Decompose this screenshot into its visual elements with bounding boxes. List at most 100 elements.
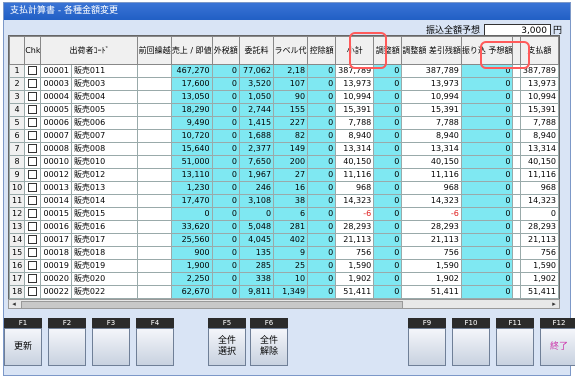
table-row[interactable]: 2 00003 販売003 17,600 0 3,520 107 0 13,973 0 13,973… (9, 77, 559, 91)
cell-c13: 0 (460, 220, 514, 234)
table-row[interactable]: 10 00013 販売013 1,230 0 246 16 0 968 0 968 0 968 (9, 181, 559, 195)
table-row[interactable]: 18 00022 販売022 62,670 0 9,811 1,349 0 51,411 0 51,… (9, 285, 559, 299)
table-row[interactable]: 8 00010 販売010 51,000 0 7,650 200 0 40,150 0 40,150… (9, 155, 559, 169)
cell-c8: 200 (273, 155, 309, 169)
fkey-f4[interactable]: F4 (136, 318, 174, 368)
cell-code: 00019 (40, 259, 72, 273)
cell-c13: 0 (460, 142, 514, 156)
fkey-f9[interactable]: F9 (408, 318, 446, 368)
scroll-left-icon[interactable]: ◂ (9, 300, 19, 308)
checkbox-icon[interactable] (28, 144, 38, 153)
table-row[interactable]: 6 00007 販売007 10,720 0 1,688 82 0 8,940 0 8,940 0 8,… (9, 129, 559, 143)
cell-c7: 1,415 (238, 116, 275, 130)
cell-c5: 62,670 (170, 285, 213, 299)
row-checkbox[interactable] (24, 194, 42, 208)
cell-c8: 82 (273, 129, 309, 143)
row-checkbox[interactable] (24, 259, 42, 273)
fkey-f10[interactable]: F10 (452, 318, 490, 368)
fkey-f3[interactable]: F3 (92, 318, 130, 368)
row-checkbox[interactable] (24, 155, 42, 169)
checkbox-icon[interactable] (28, 196, 38, 205)
cell-c8: 90 (273, 90, 309, 104)
cell-name: 販売022 (70, 285, 139, 299)
row-checkbox[interactable] (24, 129, 42, 143)
horizontal-scrollbar[interactable]: ◂ ▸ (8, 299, 560, 309)
checkbox-icon[interactable] (28, 79, 38, 88)
table-row[interactable]: 7 00008 販売008 15,640 0 2,377 149 0 13,314 0 13,314… (9, 142, 559, 156)
scroll-thumb[interactable] (21, 301, 403, 309)
table-row[interactable]: 9 00012 販売012 13,110 0 1,967 27 0 11,116 0 11,116 0… (9, 168, 559, 182)
row-checkbox[interactable] (24, 90, 42, 104)
fkey-f1[interactable]: F1 更新 (4, 318, 42, 368)
fkey-face[interactable] (496, 328, 534, 366)
fkey-f5[interactable]: F5 全件 選択 (208, 318, 246, 368)
scroll-right-icon[interactable]: ▸ (549, 300, 559, 308)
checkbox-icon[interactable] (28, 170, 38, 179)
checkbox-icon[interactable] (28, 287, 38, 296)
fkey-face[interactable] (48, 328, 86, 366)
cell-name: 販売020 (70, 272, 139, 286)
table-row[interactable]: 11 00014 販売014 17,470 0 3,108 38 0 14,323 0 14,323… (9, 194, 559, 208)
fkey-f11[interactable]: F11 (496, 318, 534, 368)
checkbox-icon[interactable] (28, 235, 38, 244)
row-checkbox[interactable] (24, 168, 42, 182)
checkbox-icon[interactable] (28, 92, 38, 101)
row-checkbox[interactable] (24, 233, 42, 247)
row-checkbox[interactable] (24, 103, 42, 117)
checkbox-icon[interactable] (28, 66, 38, 75)
table-row[interactable]: 16 00019 販売019 1,900 0 285 25 0 1,590 0 1,590 0 1,59… (9, 259, 559, 273)
row-checkbox[interactable] (24, 116, 42, 130)
fkey-f12[interactable]: F12 終了 (540, 318, 575, 368)
cell-c12: 21,113 (401, 233, 462, 247)
checkbox-icon[interactable] (28, 274, 38, 283)
fkey-face[interactable] (136, 328, 174, 366)
checkbox-icon[interactable] (28, 222, 38, 231)
cell-c15: 968 (519, 181, 559, 195)
fkey-face[interactable]: 全件 選択 (208, 328, 246, 366)
row-checkbox[interactable] (24, 207, 42, 221)
checkbox-icon[interactable] (28, 118, 38, 127)
fkey-f6[interactable]: F6 全件 解除 (250, 318, 288, 368)
header-col-transfer: 振り込 予想額 (460, 36, 514, 65)
checkbox-icon[interactable] (28, 105, 38, 114)
fkey-face[interactable] (408, 328, 446, 366)
row-checkbox[interactable] (24, 272, 42, 286)
row-checkbox[interactable] (24, 285, 42, 299)
table-row[interactable]: 4 00005 販売005 18,290 0 2,744 155 0 15,391 0 15,391… (9, 103, 559, 117)
table-row[interactable]: 15 00018 販売018 900 0 135 9 0 756 0 756 0 756 (9, 246, 559, 260)
checkbox-icon[interactable] (28, 183, 38, 192)
row-checkbox[interactable] (24, 220, 42, 234)
row-checkbox[interactable] (24, 77, 42, 91)
table-row[interactable]: 3 00004 販売004 13,050 0 1,050 90 0 10,994 0 10,994 0… (9, 90, 559, 104)
row-checkbox[interactable] (24, 181, 42, 195)
header-col-no (9, 36, 26, 65)
table-row[interactable]: 1 00001 販売011 467,270 0 77,062 2,18 0 387,789 0 38… (9, 64, 559, 78)
fkey-face[interactable]: 更新 (4, 328, 42, 366)
table-row[interactable]: 14 00017 販売017 25,560 0 4,045 402 0 21,113 0 21,11… (9, 233, 559, 247)
row-checkbox[interactable] (24, 246, 42, 260)
cell-c5: 2,250 (170, 272, 213, 286)
checkbox-icon[interactable] (28, 131, 38, 140)
fkey-face[interactable]: 終了 (540, 328, 575, 366)
checkbox-icon[interactable] (28, 209, 38, 218)
row-checkbox[interactable] (24, 142, 42, 156)
cell-c8: 227 (273, 116, 309, 130)
payment-grid[interactable]: Chk 出荷者ｺｰﾄﾞ 前回繰越 売上 / 即値 外税額 委託料 ラベル代 控除額 小計 調整額調… (8, 35, 560, 300)
fkey-label: F5 (208, 318, 246, 328)
fkey-face[interactable] (452, 328, 490, 366)
checkbox-icon[interactable] (28, 261, 38, 270)
cell-c5: 10,720 (170, 129, 213, 143)
table-row[interactable]: 17 00020 販売020 2,250 0 338 10 0 1,902 0 1,902 0 1,90… (9, 272, 559, 286)
checkbox-icon[interactable] (28, 157, 38, 166)
table-row[interactable]: 13 00016 販売016 33,620 0 5,048 281 0 28,293 0 28,29… (9, 220, 559, 234)
fkey-face[interactable]: 全件 解除 (250, 328, 288, 366)
table-row[interactable]: 12 00015 販売015 0 0 0 6 0 -6 0 -6 0 0 (9, 207, 559, 221)
cell-c8: 281 (273, 220, 309, 234)
table-row[interactable]: 5 00006 販売006 9,490 0 1,415 227 0 7,788 0 7,788 0 7,… (9, 116, 559, 130)
cell-c6: 0 (211, 90, 241, 104)
cell-c7: 285 (238, 259, 275, 273)
fkey-f2[interactable]: F2 (48, 318, 86, 368)
checkbox-icon[interactable] (28, 248, 38, 257)
row-checkbox[interactable] (24, 64, 42, 78)
fkey-face[interactable] (92, 328, 130, 366)
